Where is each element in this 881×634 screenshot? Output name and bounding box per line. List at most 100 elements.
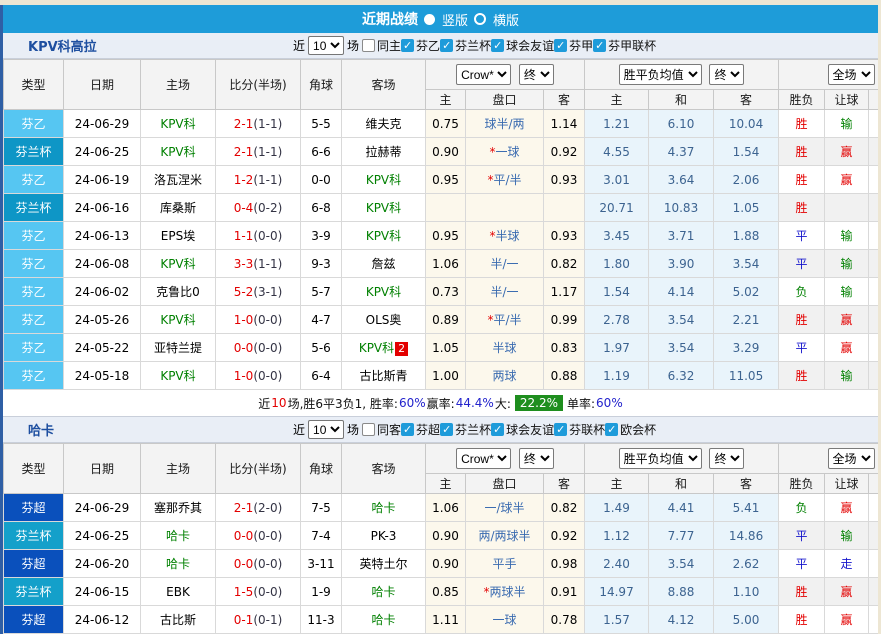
text-segment: 5-2 [234, 285, 254, 299]
cell-let: 赢 [825, 138, 869, 166]
text-segment: (0-2) [253, 201, 282, 215]
avg-stage-select[interactable]: 终 [709, 64, 744, 85]
cell-score: 0-0(0-0) [216, 334, 301, 362]
cell-avg_home: 4.55 [585, 138, 649, 166]
cell-avg_home: 1.21 [585, 110, 649, 138]
section-header: 哈卡 近 10 场 同客芬超芬兰杯球会友谊芬联杯欧会杯 [3, 417, 878, 443]
table-row: 芬兰杯24-06-25KPV科2-1(1-1)6-6拉赫蒂0.90*一球0.92… [4, 138, 879, 166]
filter-checkbox[interactable]: 芬兰杯 [440, 421, 491, 438]
table-row: 芬乙24-05-18KPV科1-0(0-0)6-4古比斯青1.00两球0.881… [4, 362, 879, 390]
col-header-corner: 角球 [301, 444, 342, 494]
cell-date: 24-05-22 [64, 334, 141, 362]
cell-home: 塞那乔其 [141, 494, 216, 522]
filter-checkbox-label: 芬乙 [416, 37, 440, 54]
recent-count-select[interactable]: 10 [308, 36, 344, 55]
cell-corner: 3-9 [301, 222, 342, 250]
filter-checkbox[interactable]: 同主 [362, 37, 401, 54]
cell-avg_draw: 4.41 [649, 494, 714, 522]
filter-checkbox[interactable]: 欧会杯 [605, 421, 656, 438]
cell-date: 24-05-26 [64, 306, 141, 334]
cell-goal [869, 110, 878, 138]
checkbox-checked-icon[interactable] [401, 39, 414, 52]
checkbox-checked-icon[interactable] [440, 39, 453, 52]
scope-select[interactable]: 全场 [828, 448, 875, 469]
filter-checkbox[interactable]: 同客 [362, 421, 401, 438]
cell-avg_home: 2.40 [585, 550, 649, 578]
cell-type: 芬兰杯 [4, 522, 64, 550]
text-segment: 2-1 [234, 145, 254, 159]
radio-vertical-selected-icon[interactable] [424, 14, 435, 25]
col-header-away: 客场 [342, 444, 426, 494]
cell-type: 芬兰杯 [4, 138, 64, 166]
radio-vertical-label[interactable]: 竖版 [442, 10, 468, 29]
avg-type-select[interactable]: 胜平负均值 [619, 64, 702, 85]
radio-horizontal-icon[interactable] [474, 13, 486, 25]
cell-date: 24-06-20 [64, 550, 141, 578]
cell-avg_home: 14.97 [585, 578, 649, 606]
near-label: 近 [293, 421, 305, 438]
odds-stage-select[interactable]: 终 [519, 448, 554, 469]
cell-type: 芬乙 [4, 334, 64, 362]
filter-checkbox[interactable]: 芬甲 [554, 37, 593, 54]
odds-provider-select[interactable]: Crow* [456, 448, 511, 469]
radio-horizontal-label[interactable]: 横版 [493, 10, 519, 29]
checkbox-checked-icon[interactable] [491, 423, 504, 436]
text-segment: 10 [271, 396, 286, 410]
text-segment: (0-0) [253, 229, 282, 243]
odds-provider-select[interactable]: Crow* [456, 64, 511, 85]
filter-checkbox[interactable]: 球会友谊 [491, 37, 554, 54]
col-header-odds-away: 客 [544, 90, 585, 110]
cell-wl: 胜 [779, 606, 825, 634]
filter-checkbox[interactable]: 芬乙 [401, 37, 440, 54]
odds-stage-select[interactable]: 终 [519, 64, 554, 85]
filters-bar: 近 10 场 同主芬乙芬兰杯球会友谊芬甲芬甲联杯 [293, 36, 656, 55]
cell-odds_away: 0.98 [544, 550, 585, 578]
checkbox-checked-icon[interactable] [593, 39, 606, 52]
cell-corner: 0-0 [301, 166, 342, 194]
table-row: 芬兰杯24-06-16库桑斯0-4(0-2)6-8KPV科20.7110.831… [4, 194, 879, 222]
cell-let: 赢 [825, 606, 869, 634]
cell-avg_away: 1.10 [714, 578, 779, 606]
cell-wl: 平 [779, 550, 825, 578]
cell-type: 芬乙 [4, 110, 64, 138]
filter-checkbox-label: 芬超 [416, 421, 440, 438]
cell-away: 哈卡 [342, 606, 426, 634]
cell-odds_away: 0.93 [544, 222, 585, 250]
checkbox-checked-icon[interactable] [554, 39, 567, 52]
cell-corner: 7-5 [301, 494, 342, 522]
recent-count-select[interactable]: 10 [308, 420, 344, 439]
scope-select[interactable]: 全场 [828, 64, 875, 85]
filter-checkbox[interactable]: 芬甲联杯 [593, 37, 656, 54]
cell-avg_draw: 3.54 [649, 334, 714, 362]
cell-avg_away: 10.04 [714, 110, 779, 138]
cell-odds_away: 0.93 [544, 166, 585, 194]
cell-let: 输 [825, 278, 869, 306]
text-segment: 1-0 [234, 369, 254, 383]
cell-goal [869, 578, 878, 606]
cell-let: 走 [825, 550, 869, 578]
checkbox-checked-icon[interactable] [491, 39, 504, 52]
checkbox-checked-icon[interactable] [401, 423, 414, 436]
checkbox-unchecked-icon[interactable] [362, 39, 375, 52]
checkbox-checked-icon[interactable] [440, 423, 453, 436]
page: 近期战绩 竖版 横版 KPV科高拉 近 10 场 同主芬乙芬兰杯球会友谊芬甲芬甲… [0, 0, 881, 634]
cell-home: 哈卡 [141, 522, 216, 550]
cell-goal [869, 306, 878, 334]
filter-checkbox[interactable]: 芬超 [401, 421, 440, 438]
cell-handicap: 半球 [466, 334, 544, 362]
cell-goal [869, 362, 878, 390]
checkbox-checked-icon[interactable] [554, 423, 567, 436]
checkbox-unchecked-icon[interactable] [362, 423, 375, 436]
cell-score: 0-0(0-0) [216, 550, 301, 578]
cell-let: 输 [825, 250, 869, 278]
filter-checkbox[interactable]: 芬兰杯 [440, 37, 491, 54]
cell-home: EPS埃 [141, 222, 216, 250]
cell-let: 赢 [825, 334, 869, 362]
checkbox-checked-icon[interactable] [605, 423, 618, 436]
col-header-handicap: 盘口 [466, 474, 544, 494]
filter-checkbox[interactable]: 球会友谊 [491, 421, 554, 438]
filter-checkbox[interactable]: 芬联杯 [554, 421, 605, 438]
avg-type-select[interactable]: 胜平负均值 [619, 448, 702, 469]
cell-home: 克鲁比0 [141, 278, 216, 306]
avg-stage-select[interactable]: 终 [709, 448, 744, 469]
